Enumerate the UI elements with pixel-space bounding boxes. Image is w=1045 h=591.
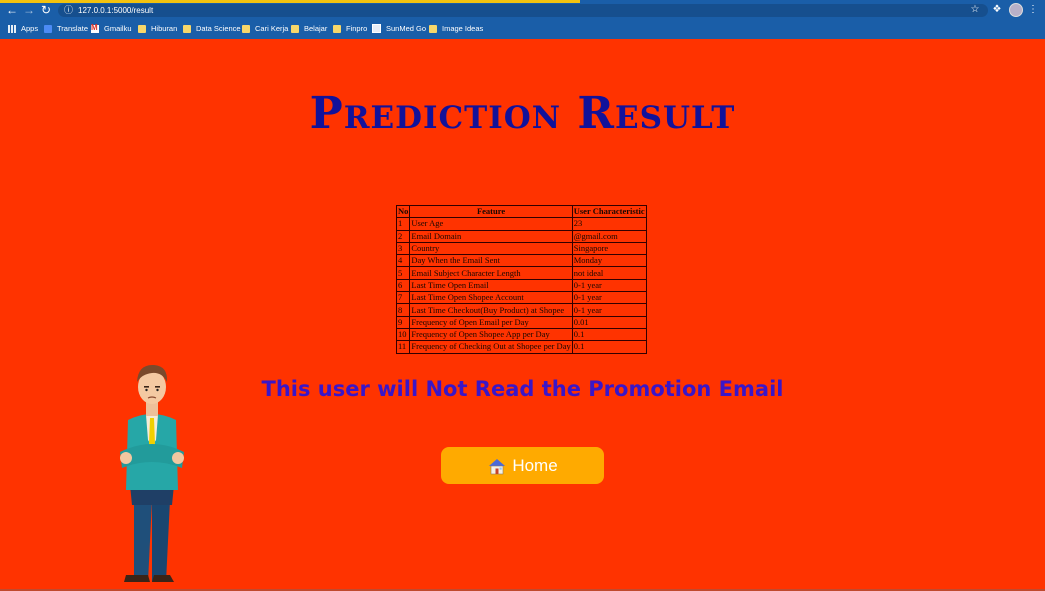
- header-feature: Feature: [409, 204, 573, 219]
- cell-no: 10: [395, 327, 411, 342]
- cell-no: 9: [395, 315, 411, 329]
- bookmark-label: SunMed Go: [386, 24, 427, 33]
- bookmark-item[interactable]: Data Science: [183, 21, 241, 36]
- user-characteristics-table: No Feature User Characteristic 1 User Age…: [395, 204, 647, 354]
- cell-value: 0.01: [571, 315, 647, 329]
- bookmark-item[interactable]: Gmailku: [91, 21, 132, 36]
- site-info-icon[interactable]: ⓘ: [64, 4, 73, 17]
- cell-feature: Email Domain: [409, 229, 573, 243]
- cell-value: Singapore: [571, 241, 647, 256]
- prediction-result-text: This user will Not Read the Promotion Em…: [261, 377, 784, 401]
- cell-feature: Frequency of Open Shopee App per Day: [409, 327, 573, 342]
- cell-no: 2: [395, 229, 411, 243]
- bookmark-item[interactable]: Finpro: [333, 21, 367, 36]
- header-user-characteristic: User Characteristic: [571, 204, 647, 219]
- bookmark-label: Apps: [21, 24, 39, 33]
- table-row: 5 Email Subject Character Length not ideal: [395, 266, 647, 280]
- bookmark-label: Hiburan: [151, 24, 178, 33]
- table-row: 11 Frequency of Checking Out at Shopee pe…: [395, 340, 647, 354]
- cell-no: 8: [395, 303, 411, 317]
- home-button-label: Home: [512, 455, 558, 475]
- bookmark-label: Data Science: [196, 24, 241, 33]
- folder-icon: [183, 24, 191, 33]
- bookmark-item[interactable]: Cari Kerja: [242, 21, 288, 36]
- cell-feature: Last Time Open Shopee Account: [409, 291, 573, 305]
- menu-dots-icon[interactable]: ⋮: [1026, 3, 1040, 17]
- cell-value: 23: [571, 217, 647, 231]
- folder-icon: [242, 24, 250, 33]
- browser-toolbar: ← → ↻ ⓘ 127.0.0.1:5000/result ☆ ❖ ⋮ Apps…: [0, 0, 1045, 39]
- cell-no: 3: [395, 241, 411, 256]
- folder-icon: [333, 24, 341, 33]
- bookmark-label: Cari Kerja: [255, 24, 289, 33]
- bookmark-label: Finpro: [346, 24, 368, 33]
- cell-feature: Last Time Checkout(Buy Product) at Shope…: [409, 303, 573, 317]
- table-row: 9 Frequency of Open Email per Day 0.01: [395, 315, 647, 329]
- forward-icon[interactable]: →: [22, 3, 36, 17]
- reload-icon[interactable]: ↻: [39, 3, 53, 17]
- table-row: 8 Last Time Checkout(Buy Product) at Shop…: [395, 303, 647, 317]
- translate-icon: [44, 24, 52, 33]
- cell-feature: Email Subject Character Length: [409, 266, 573, 280]
- cell-feature: Day When the Email Sent: [409, 254, 573, 268]
- site-icon: [372, 24, 381, 33]
- bookmark-label: Translate: [57, 24, 88, 33]
- cell-value: not ideal: [571, 266, 647, 280]
- folder-icon: [138, 24, 146, 33]
- cell-no: 5: [395, 266, 411, 280]
- house-icon: [489, 458, 506, 474]
- bookmark-star-icon[interactable]: ☆: [968, 3, 982, 17]
- cell-value: 0-1 year: [571, 303, 647, 317]
- cell-feature: Frequency of Open Email per Day: [409, 315, 573, 329]
- gmail-icon: [91, 23, 99, 33]
- bookmark-item[interactable]: Belajar: [291, 21, 327, 36]
- table-row: 10 Frequency of Open Shopee App per Day 0.…: [395, 327, 647, 342]
- cell-value: Monday: [571, 254, 647, 268]
- cell-feature: Frequency of Checking Out at Shopee per …: [409, 340, 573, 354]
- cell-no: 4: [395, 254, 411, 268]
- table-row: 7 Last Time Open Shopee Account 0-1 year: [395, 291, 647, 305]
- cell-no: 6: [395, 278, 411, 293]
- cell-feature: Country: [409, 241, 573, 256]
- address-row: ← → ↻ ⓘ 127.0.0.1:5000/result ☆ ❖ ⋮: [0, 3, 1045, 18]
- bookmarks-bar: Apps Translate Gmailku Hiburan Data Science C…: [0, 21, 1045, 36]
- cell-value: 0.1: [571, 340, 647, 354]
- page-title: Prediction Result: [309, 88, 736, 139]
- table-row: 6 Last Time Open Email 0-1 year: [395, 278, 647, 293]
- address-url: 127.0.0.1:5000/result: [78, 6, 154, 15]
- cell-value: 0-1 year: [571, 278, 647, 293]
- cell-no: 7: [395, 291, 411, 305]
- table-row: 1 User Age 23: [395, 217, 647, 231]
- cell-feature: Last Time Open Email: [409, 278, 573, 293]
- cell-no: 11: [395, 340, 411, 354]
- bookmark-label: Belajar: [304, 24, 328, 33]
- bookmark-item[interactable]: Image Ideas: [429, 21, 483, 36]
- cell-value: 0.1: [571, 327, 647, 342]
- profile-avatar[interactable]: [1009, 3, 1023, 17]
- bookmark-item[interactable]: SunMed Go: [372, 21, 426, 36]
- apps-icon: [8, 24, 16, 33]
- cell-no: 1: [395, 217, 411, 231]
- folder-icon: [429, 24, 437, 33]
- bookmark-label: Gmailku: [104, 24, 132, 33]
- folder-icon: [291, 24, 299, 33]
- bookmark-item[interactable]: Translate: [44, 21, 88, 36]
- address-bar[interactable]: ⓘ 127.0.0.1:5000/result: [58, 4, 988, 17]
- bookmark-item[interactable]: Apps: [8, 21, 38, 36]
- home-button[interactable]: Home: [441, 447, 604, 484]
- table-row: 2 Email Domain @gmail.com: [395, 229, 647, 243]
- table-row: 3 Country Singapore: [395, 241, 647, 256]
- extensions-icon[interactable]: ❖: [990, 3, 1004, 17]
- bookmark-label: Image Ideas: [442, 24, 484, 33]
- back-icon[interactable]: ←: [5, 3, 19, 17]
- table-header-row: No Feature User Characteristic: [395, 204, 647, 219]
- cell-value: @gmail.com: [571, 229, 647, 243]
- bookmark-item[interactable]: Hiburan: [138, 21, 177, 36]
- table-row: 4 Day When the Email Sent Monday: [395, 254, 647, 268]
- cell-feature: User Age: [409, 217, 573, 231]
- cell-value: 0-1 year: [571, 291, 647, 305]
- header-no: No: [395, 204, 411, 219]
